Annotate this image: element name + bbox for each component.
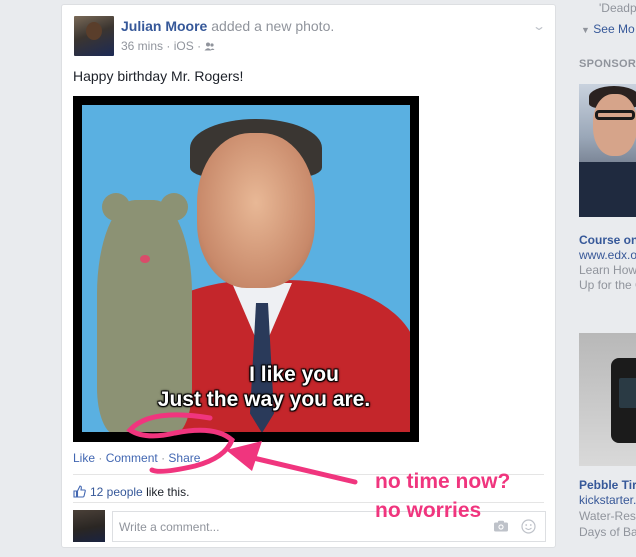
- likes-suffix: like this.: [146, 485, 190, 499]
- action-separator: ·: [161, 451, 166, 465]
- action-separator: ·: [98, 451, 103, 465]
- meta-separator: ·: [197, 39, 202, 53]
- post-action-text: added a new photo.: [211, 18, 335, 34]
- chevron-down-icon: ▼: [581, 25, 590, 35]
- ad-domain[interactable]: www.edx.o: [579, 247, 636, 263]
- see-more-link[interactable]: ▼ See Mo: [581, 21, 635, 38]
- ad-title-link[interactable]: Pebble Tir: [579, 477, 636, 493]
- likes-summary: 12 people like this.: [73, 484, 189, 500]
- post-header: Julian Moore added a new photo.: [121, 17, 334, 35]
- ad-description: Water-Res: [579, 509, 636, 523]
- ad-photo-glasses: [595, 110, 635, 120]
- share-link[interactable]: Share: [168, 451, 200, 465]
- ad-photo-jacket: [579, 162, 636, 217]
- commenter-avatar[interactable]: [73, 510, 105, 542]
- likes-count-link[interactable]: 12 people: [90, 485, 143, 499]
- ad-description: Up for the C: [579, 278, 636, 292]
- ad-description: Learn How: [579, 263, 636, 277]
- see-more-label: See Mo: [593, 22, 635, 36]
- post-actions: Like · Comment · Share: [73, 450, 200, 466]
- audience-friends-icon[interactable]: [204, 42, 215, 51]
- post-card: Julian Moore added a new photo. 36 mins …: [61, 4, 556, 548]
- post-photo[interactable]: I like you Just the way you are.: [73, 96, 419, 442]
- post-timestamp[interactable]: 36 mins: [121, 39, 163, 53]
- ad-photo-face: [593, 94, 636, 156]
- thumbs-up-icon: [73, 485, 86, 498]
- ad-domain[interactable]: kickstarter.: [579, 492, 636, 508]
- meta-separator: ·: [166, 39, 171, 53]
- author-avatar[interactable]: [74, 16, 114, 56]
- sponsored-label: SPONSORE: [579, 58, 636, 70]
- post-meta: 36 mins · iOS ·: [121, 38, 215, 54]
- camera-icon[interactable]: [493, 520, 509, 532]
- photo-image: I like you Just the way you are.: [82, 105, 410, 432]
- annotation-line1: no time now?: [375, 470, 511, 493]
- post-options-chevron-icon[interactable]: ⌄: [532, 19, 546, 33]
- puppet-nose: [140, 255, 150, 263]
- ad-image[interactable]: [579, 333, 636, 466]
- ad-photo-watch-screen: [619, 378, 636, 408]
- author-name-link[interactable]: Julian Moore: [121, 18, 207, 34]
- rc-top-snippet: 'Deadp: [599, 1, 636, 15]
- comment-link[interactable]: Comment: [106, 451, 158, 465]
- comment-input[interactable]: Write a comment...: [119, 520, 219, 534]
- post-platform: iOS: [173, 39, 194, 53]
- photo-caption-line1: I like you: [249, 363, 339, 386]
- ad-image[interactable]: [579, 84, 636, 217]
- like-link[interactable]: Like: [73, 451, 95, 465]
- ad-description: Days of Ba: [579, 525, 636, 539]
- annotation-line2: no worries: [375, 499, 482, 522]
- post-text: Happy birthday Mr. Rogers!: [73, 68, 244, 84]
- photo-face: [197, 133, 315, 288]
- emoji-icon[interactable]: [521, 519, 536, 534]
- photo-caption-line2: Just the way you are.: [157, 388, 371, 411]
- ad-title-link[interactable]: Course on: [579, 232, 636, 248]
